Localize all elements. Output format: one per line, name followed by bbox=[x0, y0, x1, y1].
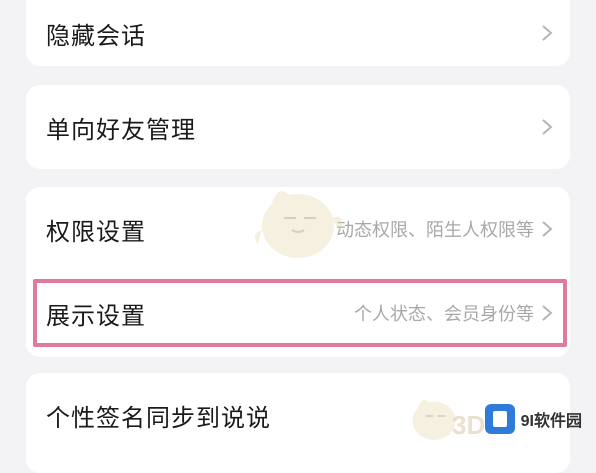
row-label: 权限设置 bbox=[46, 217, 146, 246]
site-watermark: 9I软件园 bbox=[484, 404, 582, 434]
chevron-right-icon bbox=[542, 119, 553, 135]
settings-row-one-way-friends[interactable]: 单向好友管理 bbox=[26, 85, 570, 169]
site-watermark-text: 9I软件园 bbox=[520, 413, 582, 430]
row-subtitle: 动态权限、陌生人权限等 bbox=[336, 220, 534, 241]
site-logo-icon bbox=[484, 404, 515, 434]
highlight-annotation-box bbox=[33, 279, 567, 347]
settings-card-hidden-chats: 隐藏会话 bbox=[26, 0, 570, 66]
watermark-3d-text: 3D bbox=[452, 410, 486, 440]
row-label: 单向好友管理 bbox=[46, 115, 196, 144]
mascot-watermark-icon bbox=[254, 191, 342, 258]
row-label: 隐藏会话 bbox=[46, 21, 146, 50]
chevron-right-icon bbox=[542, 25, 553, 41]
chevron-right-icon bbox=[542, 221, 553, 237]
settings-card-one-way-friends: 单向好友管理 bbox=[26, 85, 570, 169]
row-label: 个性签名同步到说说 bbox=[46, 403, 271, 432]
settings-row-hidden-chats[interactable]: 隐藏会话 bbox=[26, 0, 570, 66]
